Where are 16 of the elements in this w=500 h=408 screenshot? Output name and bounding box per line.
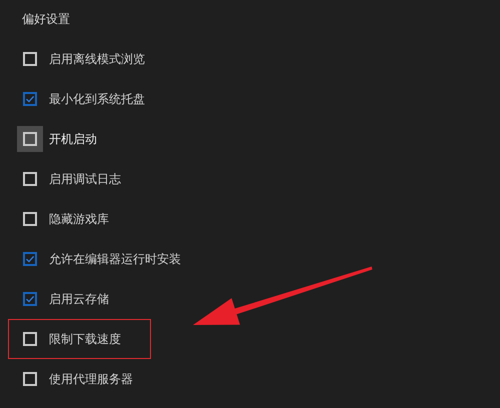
checkbox-label: 开机启动 (49, 130, 97, 148)
section-title: 偏好设置 (21, 11, 71, 28)
checkbox-label: 启用离线模式浏览 (49, 50, 145, 68)
checkbox[interactable] (23, 252, 37, 266)
checkbox-label: 最小化到系统托盘 (49, 90, 145, 108)
checkmark-icon (25, 94, 35, 104)
checkbox-label: 启用调试日志 (49, 170, 121, 188)
checkmark-icon (25, 294, 35, 304)
checkbox-label: 启用云存储 (49, 290, 109, 308)
checkbox-label: 使用代理服务器 (49, 370, 133, 388)
checkbox-label: 隐藏游戏库 (49, 210, 109, 228)
checkbox[interactable] (23, 292, 37, 306)
checkbox-label: 允许在编辑器运行时安装 (49, 250, 181, 268)
checkbox[interactable] (23, 92, 37, 106)
checkmark-icon (25, 254, 35, 264)
checkbox-label: 限制下载速度 (49, 330, 121, 348)
